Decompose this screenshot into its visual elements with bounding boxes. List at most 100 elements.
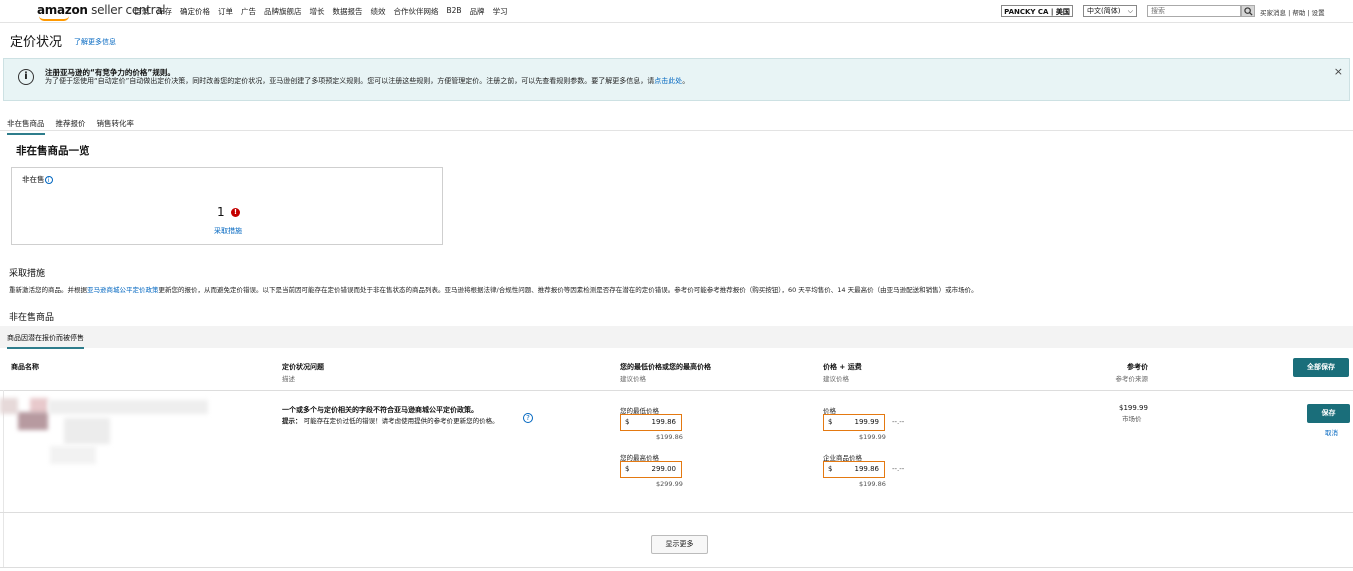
column-pricing-issue-label: 定价状况问题: [282, 363, 324, 371]
info-icon[interactable]: i: [44, 176, 53, 184]
hint-label: 提示：: [282, 417, 302, 425]
info-icon: i: [18, 69, 34, 85]
menu-item-growth[interactable]: 增长: [310, 6, 325, 17]
alert-icon: !: [231, 208, 240, 217]
reference-price-source: 市场价: [1122, 415, 1142, 423]
banner-text: 为了便于您使用“自动定价”自动做出定价决策，同时改善您的定价状况，亚马逊创建了多…: [45, 76, 689, 86]
tab-bar: 非在售商品 推荐报价 销售转化率: [7, 118, 145, 135]
business-price-input[interactable]: $ 199.86: [823, 461, 885, 478]
card-label-text: 非在售: [22, 175, 45, 184]
chevron-down-icon: ⌵: [1127, 7, 1133, 15]
tab-sales-conversion[interactable]: 销售转化率: [97, 118, 135, 135]
currency-symbol: $: [625, 465, 630, 473]
thumbnail-blur-1: [0, 398, 18, 414]
inactive-count: 1: [217, 205, 225, 219]
search-button[interactable]: [1241, 5, 1255, 17]
section-title: 非在售商品一览: [16, 145, 90, 157]
search-input[interactable]: [1147, 5, 1241, 17]
menu-item-advertising[interactable]: 广告: [241, 6, 256, 17]
menu-item-learn[interactable]: 学习: [493, 6, 508, 17]
info-banner: i 注册亚马逊的“有竞争力的价格”规则。 为了便于您使用“自动定价”自动做出定价…: [3, 58, 1350, 101]
column-pricing-issue: 定价状况问题 描述: [282, 362, 324, 383]
banner-text-end: 。: [682, 77, 690, 85]
column-min-max-label: 您的最低价格或您的最高价格: [620, 363, 711, 371]
menu-item-orders[interactable]: 订单: [218, 6, 233, 17]
main-menu: 目录 库存 确定价格 订单 广告 品牌旗舰店 增长 数据报告 绩效 合作伙伴网络…: [134, 6, 516, 17]
close-icon[interactable]: ×: [1334, 65, 1343, 78]
min-price-suggested: $199.86: [656, 433, 683, 441]
menu-item-catalog[interactable]: 目录: [134, 6, 149, 17]
save-all-button[interactable]: 全部保存: [1293, 358, 1349, 377]
tab-featured-offer[interactable]: 推荐报价: [56, 118, 86, 135]
product-asin-blur: [50, 446, 96, 464]
table-header: 商品名称 定价状况问题 描述 您的最低价格或您的最高价格 建议价格 价格 + 运…: [0, 354, 1353, 391]
header-links[interactable]: 买家消息 | 帮助 | 设置: [1260, 7, 1325, 17]
business-price-suggested: $199.86: [859, 480, 886, 488]
column-price-label: 价格 + 运费: [823, 363, 862, 371]
tab-inactive-listings[interactable]: 非在售商品: [7, 118, 45, 135]
reference-price: $199.99: [1119, 404, 1148, 412]
search-icon: [1244, 7, 1253, 16]
row-left-border: [3, 390, 4, 567]
row-divider: [0, 512, 1353, 513]
page-title: 定价状况: [10, 35, 63, 50]
column-ref-label: 参考价: [1127, 363, 1148, 371]
language-select[interactable]: 中文(简体) ⌵: [1083, 5, 1137, 17]
menu-item-stores[interactable]: 品牌旗舰店: [264, 6, 302, 17]
fair-pricing-policy-link[interactable]: 亚马逊商城公平定价政策: [87, 286, 159, 294]
column-product-name: 商品名称: [11, 363, 39, 371]
menu-item-performance[interactable]: 绩效: [371, 6, 386, 17]
help-icon[interactable]: ?: [523, 413, 533, 423]
column-pricing-issue-sub: 描述: [282, 375, 295, 383]
column-reference-price: 参考价 参考价来源: [1108, 362, 1149, 383]
banner-click-here-link[interactable]: 点击此处: [654, 77, 682, 85]
business-shipping-placeholder: --.--: [892, 465, 905, 473]
menu-item-brands[interactable]: 品牌: [470, 6, 485, 17]
min-price-input[interactable]: $ 199.86: [620, 414, 682, 431]
column-ref-sub: 参考价来源: [1115, 375, 1149, 383]
column-min-max-sub: 建议价格: [620, 375, 646, 383]
max-price-value: 299.00: [651, 465, 677, 473]
cancel-link[interactable]: 取消: [1325, 427, 1338, 437]
logo-amazon-text: amazon: [37, 3, 88, 17]
shipping-placeholder: --.--: [892, 418, 905, 426]
product-sku-blur: [64, 418, 110, 444]
max-price-input[interactable]: $ 299.00: [620, 461, 682, 478]
pricing-hint: 提示： 可能存在定价过低的错误！请考虑使用提供的参考价更新您的价格。: [282, 415, 499, 425]
tabs-divider: [0, 130, 1353, 131]
price-value: 199.99: [854, 418, 880, 426]
inactive-summary-card: 非在售 i 1 ! 采取措施: [11, 167, 443, 245]
action-heading: 采取措施: [9, 269, 46, 279]
top-navigation: amazon seller central 目录 库存 确定价格 订单 广告 品…: [0, 0, 1353, 23]
max-price-suggested: $299.99: [656, 480, 683, 488]
banner-text-body: 为了便于您使用“自动定价”自动做出定价决策，同时改善您的定价状况，亚马逊创建了多…: [45, 77, 655, 85]
business-price-value: 199.86: [854, 465, 880, 473]
column-min-max-price: 您的最低价格或您的最高价格 建议价格: [620, 362, 711, 383]
subtab-suppressed-offer[interactable]: 商品因潜在报价而被停售: [7, 333, 84, 349]
currency-symbol: $: [828, 465, 833, 473]
price-suggested: $199.99: [859, 433, 886, 441]
menu-item-reports[interactable]: 数据报告: [333, 6, 363, 17]
menu-item-pricing[interactable]: 确定价格: [180, 6, 210, 17]
currency-symbol: $: [625, 418, 630, 426]
save-button[interactable]: 保存: [1307, 404, 1350, 423]
store-switcher[interactable]: PANCKY CA | 美国: [1001, 5, 1073, 17]
product-title-blur: [48, 400, 208, 414]
show-more-button[interactable]: 显示更多: [651, 535, 708, 554]
pricing-issue-text: 一个或多个与定价相关的字段不符合亚马逊商城公平定价政策。: [282, 406, 478, 414]
menu-item-b2b[interactable]: B2B: [447, 6, 462, 17]
action-text-rest: 更新您的报价，从而避免定价错误。以下是当前因可能存在定价错误而处于非在售状态的商…: [158, 286, 978, 294]
min-price-value: 199.86: [651, 418, 677, 426]
price-input[interactable]: $ 199.99: [823, 414, 885, 431]
bottom-divider: [0, 567, 1353, 568]
menu-item-inventory[interactable]: 库存: [157, 6, 172, 17]
card-label: 非在售 i: [22, 174, 53, 185]
action-text-start: 重新激活您的商品。并根据: [9, 286, 87, 294]
inactive-listings-heading: 非在售商品: [9, 313, 55, 323]
menu-item-partner-network[interactable]: 合作伙伴网络: [394, 6, 439, 17]
column-price-shipping: 价格 + 运费 建议价格: [823, 362, 862, 383]
take-action-link[interactable]: 采取措施: [214, 226, 242, 236]
subtab-bar: [0, 326, 1353, 348]
action-description: 重新激活您的商品。并根据亚马逊商城公平定价政策更新您的报价，从而避免定价错误。以…: [9, 284, 978, 294]
learn-more-link[interactable]: 了解更多信息: [74, 37, 116, 47]
